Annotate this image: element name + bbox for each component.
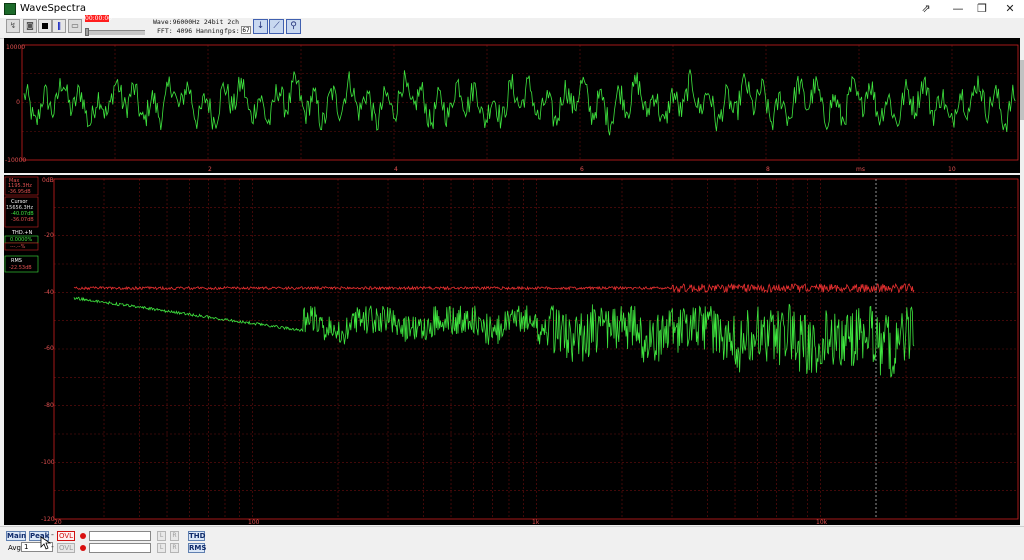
wave-x-label-6: 6 — [580, 166, 584, 173]
record-dot-1 — [80, 533, 86, 539]
spec-x-label-100: 100 — [248, 519, 260, 525]
thd-readout: THD.+N 0.0000% ---.--% — [4, 230, 39, 251]
record-icon[interactable]: ◙ — [23, 19, 37, 33]
record-dot-2 — [80, 545, 86, 551]
scrollbar-thumb[interactable] — [1020, 60, 1024, 120]
spec-y-label-120: -120 — [41, 516, 55, 523]
thd-button[interactable]: THD — [188, 531, 205, 541]
wave-x-unit-label: ms — [856, 166, 865, 173]
window-title: WaveSpectra — [20, 3, 86, 14]
stop-button[interactable] — [38, 19, 52, 33]
peak-hold-trace — [73, 282, 915, 294]
thd-label: THD.+N — [11, 230, 32, 236]
app-icon — [4, 3, 16, 15]
ovl-indicator-1: OVL — [57, 531, 75, 541]
thd-value-2: ---.--% — [10, 244, 26, 250]
mouse-pointer-icon — [40, 536, 52, 550]
max-db: -36.95dB — [8, 189, 31, 195]
left-channel-button-1[interactable]: L — [157, 531, 166, 541]
spec-x-label-1k: 1k — [532, 519, 540, 525]
waveform-plot[interactable]: 10000 0 -10000 2 4 6 8 ms 10 — [4, 38, 1020, 173]
zoom-icon[interactable]: ⚲ — [286, 19, 301, 34]
spec-y-label-100: -100 — [41, 459, 55, 466]
cursor-readout: Cursor 15656.3Hz -40.07dB -36.07dB — [4, 196, 39, 228]
position-slider-thumb[interactable] — [85, 28, 89, 36]
max-readout: Max 1195.3Hz -36.95dB — [4, 176, 39, 196]
main-button[interactable]: Main — [6, 531, 26, 541]
position-slider[interactable] — [85, 30, 145, 35]
waveform-panel: 10000 0 -10000 2 4 6 8 ms 10 — [4, 38, 1020, 173]
spec-y-label-0: 0dB — [42, 177, 54, 184]
wave-x-label-4: 4 — [394, 166, 398, 173]
maximize-button[interactable]: ❐ — [968, 0, 996, 18]
bottom-control-bar — [0, 526, 1024, 560]
spec-y-label-60: -60 — [44, 345, 54, 352]
spectrum-plot[interactable]: 0dB -20 -40 -60 -80 -100 -120 20 100 1k … — [4, 175, 1020, 526]
wave-tool-icon[interactable]: ↯ — [6, 19, 20, 33]
thd-value: 0.0000% — [10, 237, 32, 243]
title-bar: WaveSpectra ⇗ — ❐ ✕ — [0, 0, 1024, 18]
fps-label: fps: — [224, 27, 240, 35]
cursor-db-red: -36.07dB — [11, 217, 34, 223]
wave-y-label-bottom: -10000 — [5, 157, 26, 164]
spec-y-label-40: -40 — [44, 289, 54, 296]
left-channel-button-2[interactable]: L — [157, 543, 166, 553]
wave-x-label-10: 10 — [948, 166, 956, 173]
record-time-display: 00:00:00 — [85, 15, 112, 22]
fps-value: 67 — [241, 26, 251, 34]
level-meter-1 — [89, 531, 151, 541]
wave-format-info: Wave:96000Hz 24bit 2ch — [153, 18, 240, 26]
rms-value: -22.53dB — [9, 265, 32, 271]
spectrum-settings-icon[interactable]: ⟋ — [269, 19, 284, 34]
ovl-indicator-2: OVL — [57, 543, 75, 553]
level-meter-2 — [89, 543, 151, 553]
wave-y-label-top: 10000 — [6, 44, 25, 51]
spectrum-panel: 0dB -20 -40 -60 -80 -100 -120 20 100 1k … — [4, 175, 1020, 526]
wave-x-label-8: 8 — [766, 166, 770, 173]
wave-y-label-mid: 0 — [16, 99, 20, 106]
open-file-icon[interactable]: ▭ — [68, 19, 82, 33]
rms-button[interactable]: RMS — [188, 543, 206, 553]
spec-y-label-20: -20 — [44, 232, 54, 239]
right-channel-button-1[interactable]: R — [170, 531, 179, 541]
wave-x-label-2: 2 — [208, 166, 212, 173]
rms-label: RMS — [11, 258, 22, 264]
current-spectrum-trace — [73, 296, 915, 378]
close-button[interactable]: ✕ — [996, 0, 1024, 18]
spec-x-label-20: 20 — [54, 519, 62, 525]
level-meter-icon[interactable]: ↓ — [253, 19, 268, 34]
spec-y-label-80: -80 — [44, 402, 54, 409]
fft-info: FFT: 4096 Hanning — [157, 27, 224, 35]
restore-down-icon[interactable]: ⇗ — [912, 0, 940, 18]
rms-readout: RMS -22.53dB — [4, 255, 39, 273]
spec-x-label-10k: 10k — [816, 519, 828, 525]
right-channel-button-2[interactable]: R — [170, 543, 179, 553]
pause-button[interactable]: ‖ — [52, 19, 66, 33]
